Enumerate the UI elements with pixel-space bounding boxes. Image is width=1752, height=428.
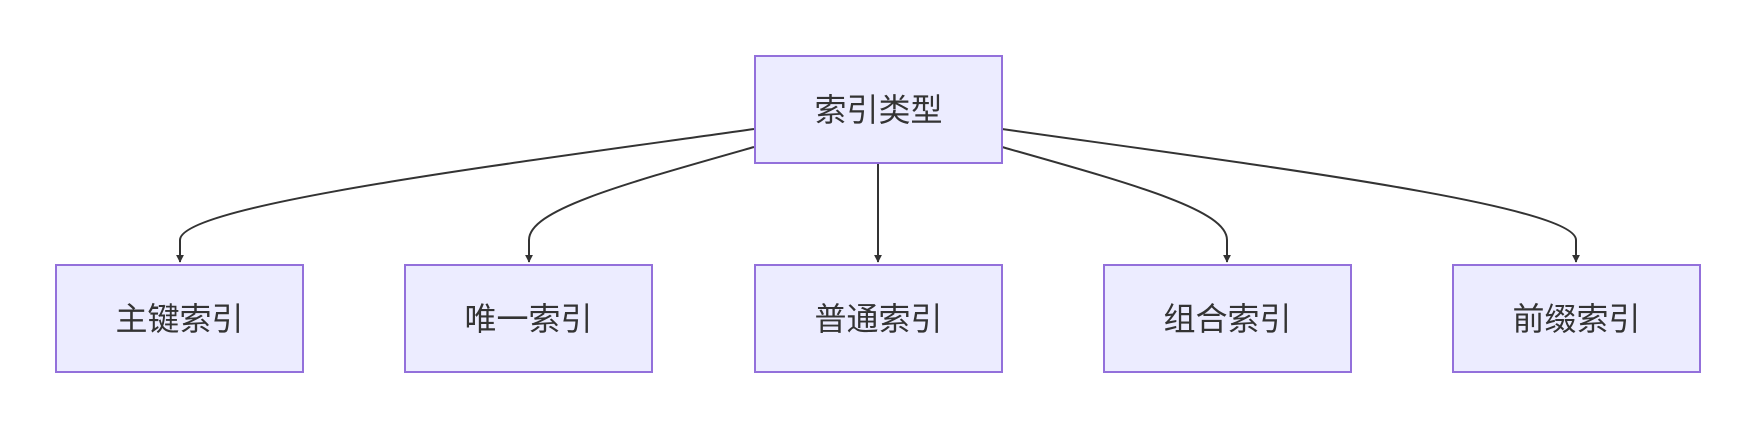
node-label: 普通索引 [814, 299, 943, 338]
node-primary-key-index: 主键索引 [55, 264, 304, 373]
diagram-canvas: 索引类型 主键索引 唯一索引 普通索引 组合索引 前缀索引 [0, 0, 1752, 428]
node-label: 前缀索引 [1512, 299, 1641, 338]
node-unique-index: 唯一索引 [404, 264, 653, 373]
edge-root-to-c5 [1001, 128, 1580, 263]
node-label: 索引类型 [814, 90, 943, 129]
node-normal-index: 普通索引 [754, 264, 1003, 373]
node-index-types: 索引类型 [754, 55, 1003, 164]
edge-root-to-c2 [525, 146, 755, 263]
node-label: 组合索引 [1163, 299, 1292, 338]
node-label: 唯一索引 [464, 299, 593, 338]
edge-root-to-c1 [176, 128, 755, 263]
node-label: 主键索引 [115, 299, 244, 338]
edge-root-to-c4 [1001, 146, 1231, 263]
node-composite-index: 组合索引 [1103, 264, 1352, 373]
node-prefix-index: 前缀索引 [1452, 264, 1701, 373]
